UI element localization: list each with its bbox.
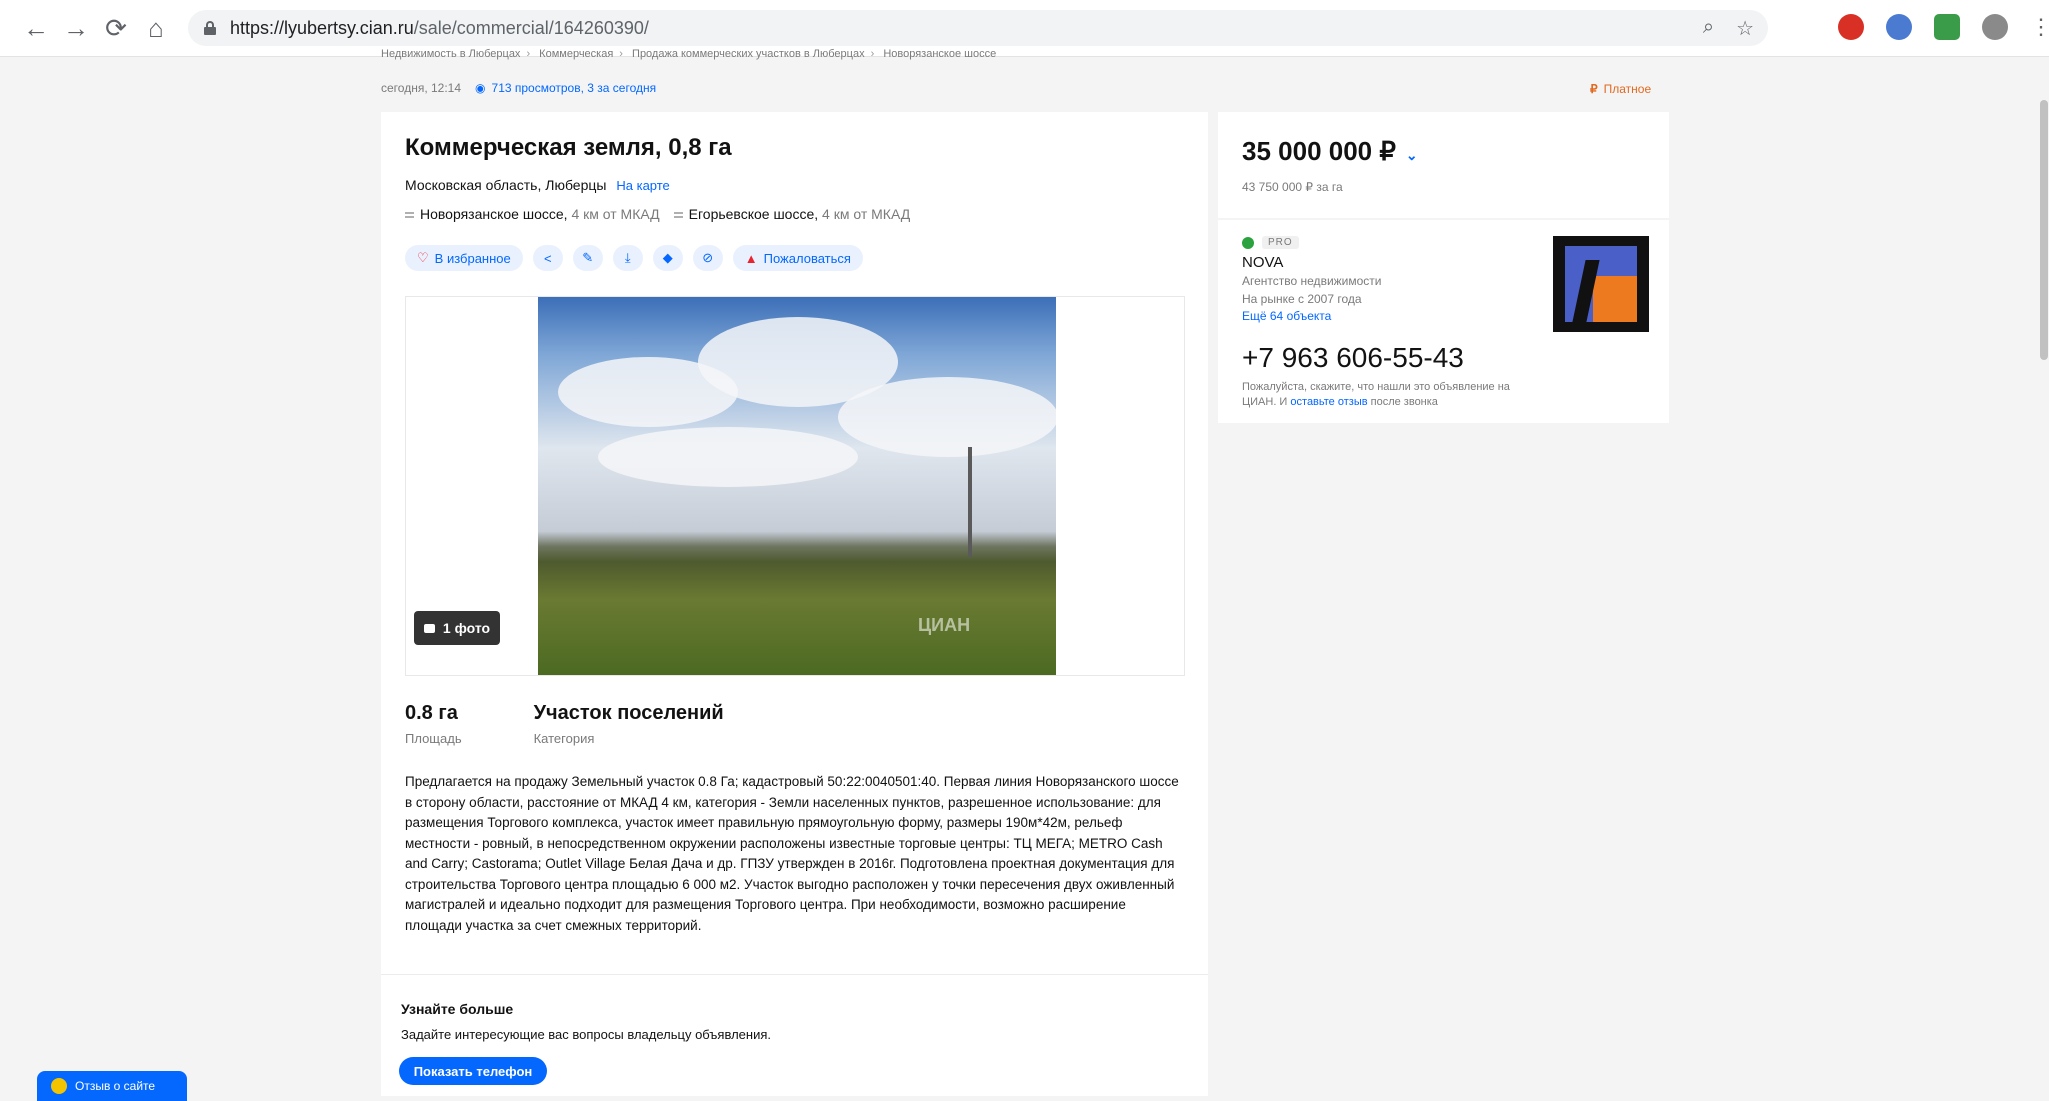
- share-button[interactable]: <: [532, 245, 563, 271]
- extension-icon[interactable]: [1838, 14, 1864, 40]
- power-pole: [968, 447, 972, 557]
- chevron-down-icon[interactable]: ⌄: [1406, 147, 1418, 163]
- warning-icon: ▲: [744, 250, 758, 266]
- phone-number[interactable]: +7 963 606-55-43: [1242, 342, 1464, 374]
- leave-review-link[interactable]: оставьте отзыв: [1290, 396, 1367, 408]
- agent-name[interactable]: NOVA: [1242, 254, 1283, 271]
- highway-item: Егорьевское шоссе, 4 км от МКАД: [673, 206, 910, 222]
- published-date: сегодня, 12:14: [381, 81, 462, 95]
- listing-photo[interactable]: ЦИАН: [538, 297, 1056, 675]
- price: 35 000 000 ₽ ⌄: [1242, 136, 1418, 166]
- eye-icon: ◉: [475, 81, 486, 95]
- breadcrumb-item[interactable]: Недвижимость в Люберцах: [381, 48, 520, 60]
- download-icon: ⤓: [624, 250, 631, 265]
- verified-shield-icon: [1242, 236, 1254, 249]
- listing-facts: 0.8 га Площадь Участок поселений Категор…: [405, 702, 724, 746]
- breadcrumb-item[interactable]: Продажа коммерческих участков в Люберцах: [632, 48, 865, 60]
- camera-icon: [423, 623, 435, 633]
- heart-icon: ♡: [417, 250, 429, 265]
- phone-note: Пожалуйста, скажите, что нашли это объяв…: [1242, 381, 1510, 408]
- fact-category: Участок поселений Категория: [533, 702, 724, 746]
- listing-description: Предлагается на продажу Земельный участо…: [405, 774, 1179, 933]
- zoom-icon[interactable]: ⌕: [1703, 16, 1714, 41]
- learn-more-heading: Узнайте больше: [401, 1001, 514, 1017]
- highways: Новорязанское шоссе, 4 км от МКАД Егорье…: [405, 206, 910, 222]
- watermark: ЦИАН: [918, 615, 971, 635]
- breadcrumb: Недвижимость в Люберцах › Коммерческая › П…: [381, 48, 997, 60]
- feedback-button[interactable]: Отзыв о сайте: [37, 1071, 187, 1101]
- hide-button[interactable]: ⊘: [692, 245, 723, 271]
- agent-card: PRO NOVA Агентство недвижимости На рынке…: [1218, 220, 1669, 423]
- learn-more-text: Задайте интересующие вас вопросы владель…: [401, 1027, 771, 1042]
- forward-arrow-icon[interactable]: →: [56, 8, 96, 48]
- fact-area: 0.8 га Площадь: [405, 702, 462, 746]
- hide-icon: ⊘: [702, 250, 714, 265]
- listing-meta: сегодня, 12:14 ◉ 713 просмотров, 3 за се…: [381, 81, 656, 95]
- edit-button[interactable]: ✎: [572, 245, 603, 271]
- listing-card: Коммерческая земля, 0,8 га Московская об…: [381, 112, 1208, 975]
- home-icon[interactable]: ⌂: [136, 8, 176, 48]
- profile-avatar-icon[interactable]: [1982, 14, 2008, 40]
- extensions-bar: ⋮: [1838, 14, 2049, 40]
- agent-since: На рынке с 2007 года: [1242, 292, 1362, 306]
- price-card: 35 000 000 ₽ ⌄ 43 750 000 ₽ за га: [1218, 112, 1669, 218]
- print-icon: ◆: [662, 250, 673, 265]
- breadcrumb-item[interactable]: Коммерческая: [539, 48, 613, 60]
- photo-gallery[interactable]: ЦИАН 1 фото: [405, 296, 1185, 676]
- download-button[interactable]: ⤓: [612, 245, 643, 271]
- extension-icon[interactable]: [1886, 14, 1912, 40]
- agent-more-link[interactable]: Ещё 64 объекта: [1242, 309, 1331, 323]
- paid-badge: ₽ Платное: [1590, 82, 1652, 96]
- scrollbar[interactable]: [2040, 100, 2048, 360]
- agency-logo[interactable]: [1553, 236, 1649, 332]
- pro-badge: PRO: [1242, 236, 1299, 249]
- print-button[interactable]: ◆: [652, 245, 683, 271]
- favorite-button[interactable]: ♡ В избранное: [405, 245, 523, 271]
- share-icon: <: [543, 250, 552, 266]
- address: Московская область, Люберцы На карте: [405, 177, 670, 193]
- price-per-unit: 43 750 000 ₽ за га: [1242, 180, 1343, 194]
- url-text[interactable]: https://lyubertsy.cian.ru/sale/commercia…: [230, 18, 649, 39]
- photo-count-button[interactable]: 1 фото: [414, 611, 500, 645]
- breadcrumb-item[interactable]: Новорязанское шоссе: [883, 48, 996, 60]
- highway-item: Новорязанское шоссе, 4 км от МКАД: [405, 206, 660, 222]
- highway-icon: [673, 212, 683, 219]
- lock-icon: [204, 21, 216, 35]
- views-link[interactable]: 713 просмотров, 3 за сегодня: [492, 81, 657, 95]
- agent-type: Агентство недвижимости: [1242, 274, 1382, 288]
- address-bar[interactable]: https://lyubertsy.cian.ru/sale/commercia…: [188, 10, 1768, 46]
- smile-icon: [51, 1078, 67, 1094]
- extension-icon[interactable]: [1934, 14, 1960, 40]
- page-title: Коммерческая земля, 0,8 га: [405, 134, 732, 161]
- browser-toolbar: ← → ⟳ ⌂ https://lyubertsy.cian.ru/sale/c…: [0, 0, 2049, 57]
- pencil-icon: ✎: [582, 250, 594, 265]
- back-arrow-icon[interactable]: ←: [16, 8, 56, 48]
- complain-button[interactable]: ▲ Пожаловаться: [732, 245, 863, 271]
- learn-more-section: Узнайте больше Задайте интересующие вас …: [381, 975, 1208, 1096]
- highway-icon: [405, 212, 414, 219]
- action-bar: ♡ В избранное < ✎ ⤓ ◆ ⊘ ▲ Пожаловаться: [405, 245, 863, 271]
- menu-kebab-icon[interactable]: ⋮: [2030, 14, 2049, 40]
- reload-icon[interactable]: ⟳: [96, 8, 136, 48]
- star-icon[interactable]: ☆: [1736, 16, 1754, 41]
- map-link[interactable]: На карте: [616, 178, 669, 193]
- show-phone-button[interactable]: Показать телефон: [399, 1057, 547, 1085]
